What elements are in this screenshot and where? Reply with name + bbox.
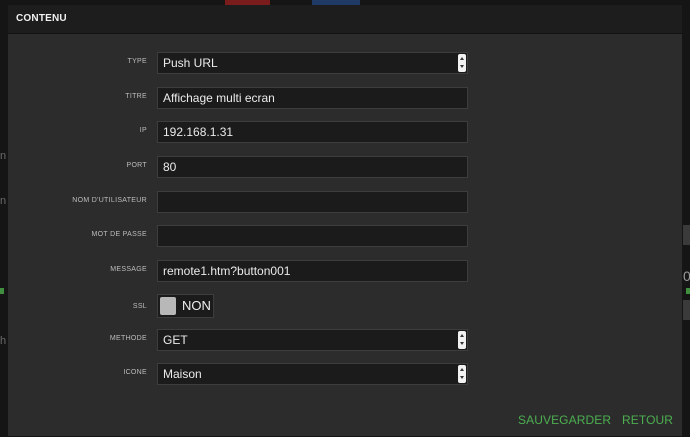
message-label: MESSAGE xyxy=(110,266,147,273)
ssl-row: SSL NON xyxy=(8,294,682,321)
select-arrows-icon xyxy=(458,365,466,383)
background-letter: 0 xyxy=(683,268,690,284)
dialog-header: CONTENU xyxy=(8,5,682,34)
background-strip-right xyxy=(683,225,690,245)
type-label: TYPE xyxy=(127,58,147,65)
icone-label: ICONE xyxy=(123,369,147,376)
username-label: NOM D'UTILISATEUR xyxy=(72,197,147,204)
message-input[interactable]: remote1.htm?button001 xyxy=(157,260,468,282)
ip-input[interactable]: 192.168.1.31 xyxy=(157,121,468,143)
username-row: NOM D'UTILISATEUR xyxy=(8,191,682,215)
ssl-label: SSL xyxy=(132,303,147,310)
methode-value: GET xyxy=(163,333,188,347)
port-row: PORT 80 xyxy=(8,156,682,180)
password-label: MOT DE PASSE xyxy=(91,231,147,238)
background-status-marker-right xyxy=(686,288,690,294)
ssl-toggle-state: NON xyxy=(182,298,211,313)
ip-label: IP xyxy=(139,127,147,134)
methode-row: METHODE GET xyxy=(8,329,682,353)
select-arrows-icon xyxy=(458,54,466,72)
save-button[interactable]: SAUVEGARDER xyxy=(518,413,611,427)
background-letter: h xyxy=(0,335,7,347)
dialog-title: CONTENU xyxy=(16,13,67,24)
contenu-dialog: CONTENU TYPE Push URL TITRE Affichage mu… xyxy=(8,5,682,436)
type-select[interactable]: Push URL xyxy=(157,52,468,74)
ip-row: IP 192.168.1.31 xyxy=(8,121,682,145)
password-row: MOT DE PASSE xyxy=(8,225,682,249)
icone-select[interactable]: Maison xyxy=(157,363,468,385)
icone-value: Maison xyxy=(163,367,202,381)
password-input[interactable] xyxy=(157,225,468,247)
port-label: PORT xyxy=(126,162,147,169)
ssl-toggle[interactable]: NON xyxy=(157,294,214,318)
select-arrows-icon xyxy=(458,331,466,349)
methode-select[interactable]: GET xyxy=(157,329,468,351)
message-row: MESSAGE remote1.htm?button001 xyxy=(8,260,682,284)
back-button[interactable]: RETOUR xyxy=(622,413,673,427)
type-value: Push URL xyxy=(163,56,218,70)
background-letter: n xyxy=(0,195,7,207)
titre-row: TITRE Affichage multi ecran xyxy=(8,87,682,111)
titre-label: TITRE xyxy=(125,93,147,100)
icone-row: ICONE Maison xyxy=(8,363,682,387)
background-letter: n xyxy=(0,150,7,162)
username-input[interactable] xyxy=(157,191,468,213)
titre-input[interactable]: Affichage multi ecran xyxy=(157,87,468,109)
toggle-knob xyxy=(160,297,176,315)
type-row: TYPE Push URL xyxy=(8,52,682,76)
background-strip-right-2 xyxy=(683,300,690,320)
methode-label: METHODE xyxy=(109,335,147,342)
background-status-marker-left xyxy=(0,288,4,294)
port-input[interactable]: 80 xyxy=(157,156,468,178)
